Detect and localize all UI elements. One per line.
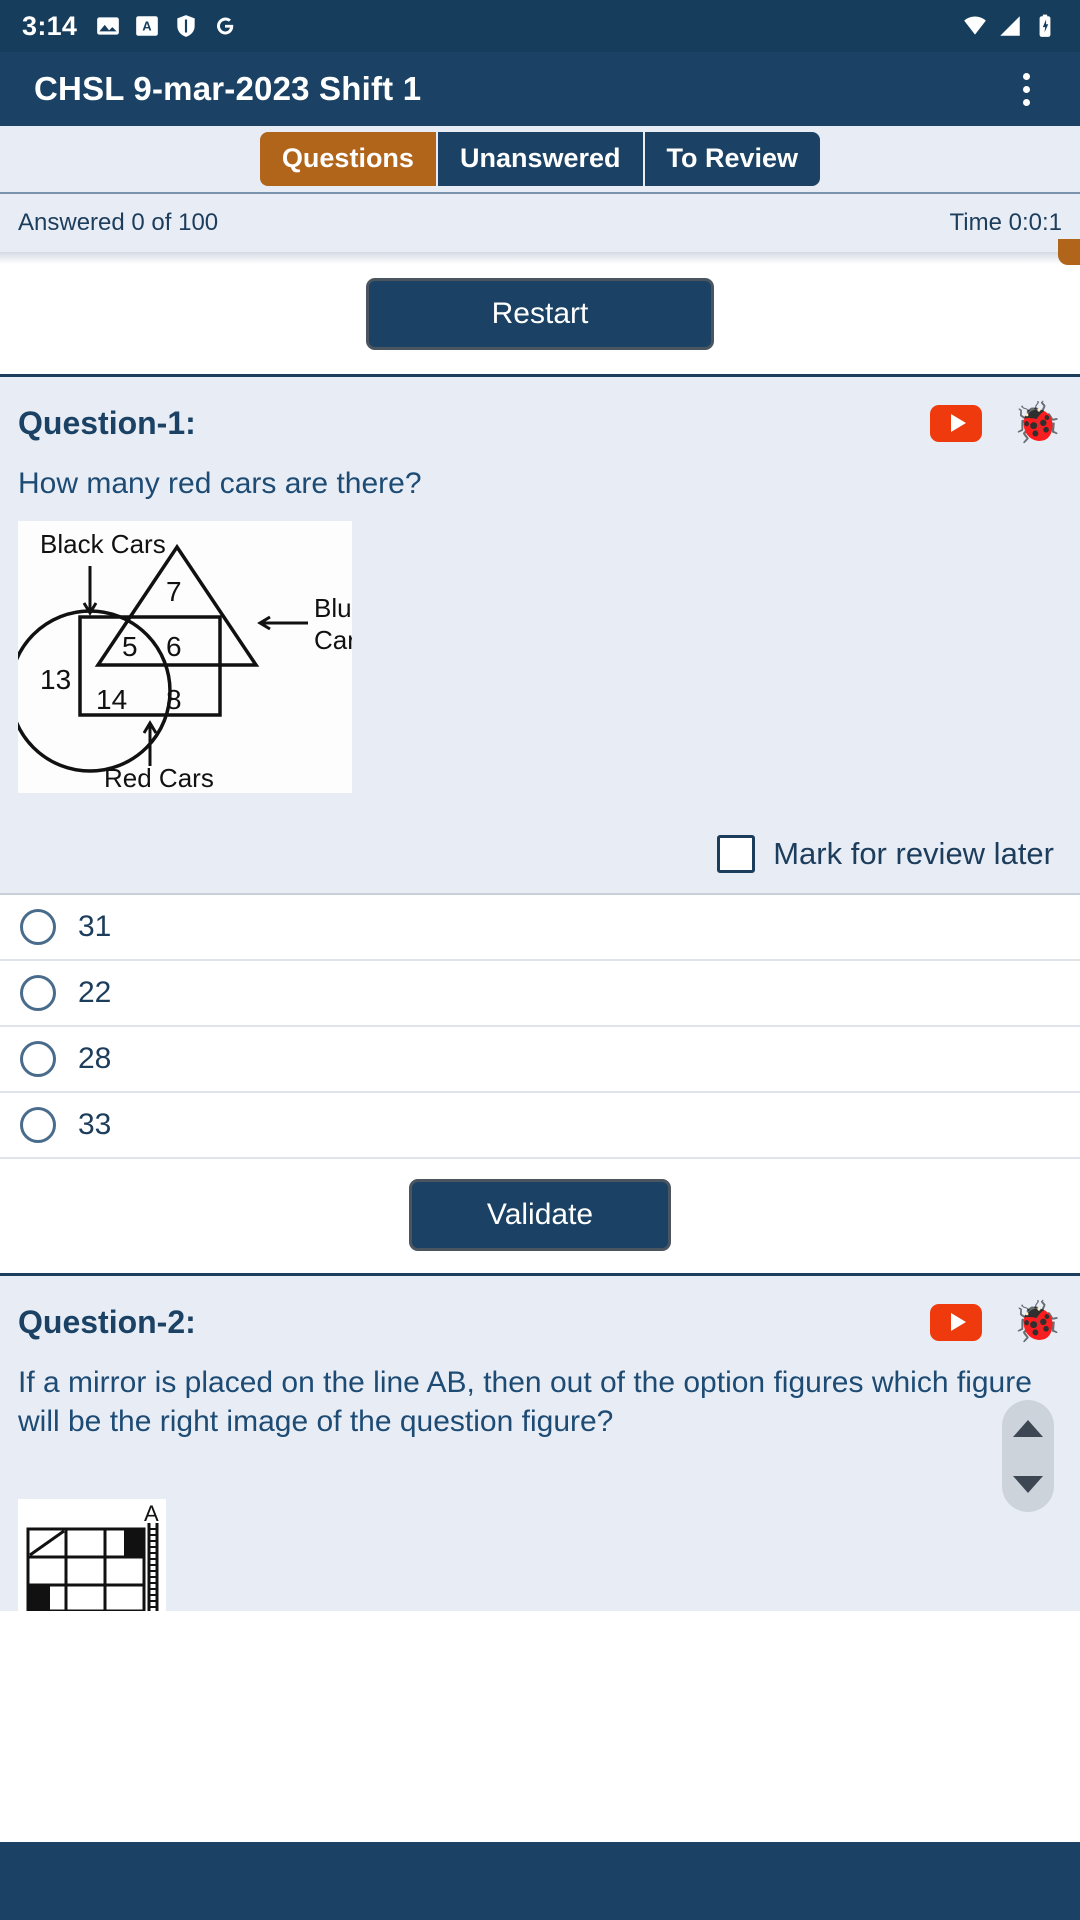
question-2-block: Question-2: 🐞 If a mirror is placed on t… xyxy=(0,1276,1080,1613)
bug-report-icon[interactable]: 🐞 xyxy=(1012,1302,1062,1342)
scroll-down-icon[interactable] xyxy=(1013,1475,1043,1493)
question-2-spacer xyxy=(18,1459,1062,1499)
system-navigation-bar xyxy=(0,1842,1080,1920)
question-1-figure: Black Cars 7 5 6 13 14 8 Blue Cars Red C… xyxy=(18,521,352,794)
elapsed-time: Time 0:0:1 xyxy=(949,209,1063,236)
mirror-line-label: A xyxy=(144,1501,159,1526)
page-title: CHSL 9-mar-2023 Shift 1 xyxy=(34,70,422,107)
svg-text:14: 14 xyxy=(96,684,127,715)
tab-strip: Questions Unanswered To Review xyxy=(0,126,1080,194)
option-radio[interactable] xyxy=(20,1107,56,1144)
restart-button[interactable]: Restart xyxy=(366,278,714,350)
google-icon xyxy=(217,17,234,35)
translate-icon: A xyxy=(136,16,159,36)
option-row[interactable]: 22 xyxy=(0,961,1080,1028)
status-bar: 3:14 A xyxy=(0,0,1080,52)
youtube-play-icon[interactable] xyxy=(930,404,983,442)
clipped-orange-button[interactable] xyxy=(1058,239,1080,265)
question-1-block: Question-1: 🐞 How many red cars are ther… xyxy=(0,377,1080,894)
svg-text:7: 7 xyxy=(166,576,182,607)
tab-to-review[interactable]: To Review xyxy=(644,132,821,186)
photos-icon xyxy=(97,17,120,35)
svg-text:Black Cars: Black Cars xyxy=(40,529,166,559)
question-2-header: Question-2: 🐞 xyxy=(18,1294,1062,1350)
question-2-text: If a mirror is placed on the line AB, th… xyxy=(18,1366,1032,1438)
validate-button[interactable]: Validate xyxy=(409,1179,671,1252)
scroll-controls[interactable] xyxy=(1002,1400,1054,1512)
question-2-figure: A xyxy=(18,1499,166,1613)
svg-text:Red Cars: Red Cars xyxy=(104,763,214,793)
question-1-title: Question-1: xyxy=(18,404,196,441)
svg-text:13: 13 xyxy=(40,664,71,695)
app-bar: CHSL 9-mar-2023 Shift 1 xyxy=(0,52,1080,126)
option-label: 31 xyxy=(78,910,112,944)
svg-text:Blue: Blue xyxy=(314,593,352,623)
tab-questions[interactable]: Questions xyxy=(259,132,438,186)
battery-icon xyxy=(1039,14,1051,37)
question-2-actions: 🐞 xyxy=(930,1302,1062,1342)
youtube-play-icon[interactable] xyxy=(930,1303,983,1341)
question-1-text: How many red cars are there? xyxy=(18,467,422,500)
mark-for-review-label: Mark for review later xyxy=(773,836,1054,872)
option-label: 33 xyxy=(78,1108,112,1142)
question-1-options: 31 22 28 33 xyxy=(0,893,1080,1160)
scroll-up-icon[interactable] xyxy=(1013,1419,1043,1437)
mirror-grid-svg: A xyxy=(18,1499,166,1613)
option-label: 28 xyxy=(78,1042,112,1076)
shield-icon xyxy=(177,15,195,37)
answered-count: Answered 0 of 100 xyxy=(18,209,219,236)
mark-for-review-checkbox[interactable] xyxy=(717,835,756,874)
option-radio[interactable] xyxy=(20,975,56,1012)
venn-diagram-svg: Black Cars 7 5 6 13 14 8 Blue Cars Red C… xyxy=(18,521,352,794)
svg-text:A: A xyxy=(143,18,153,33)
option-row[interactable]: 31 xyxy=(0,895,1080,962)
bug-report-icon[interactable]: 🐞 xyxy=(1012,403,1062,443)
tab-unanswered[interactable]: Unanswered xyxy=(437,132,645,186)
wifi-icon xyxy=(964,16,986,35)
progress-meta-row: Answered 0 of 100 Time 0:0:1 xyxy=(0,194,1080,265)
question-1-spacer xyxy=(18,793,1062,835)
status-bar-system-icons xyxy=(962,13,1058,39)
svg-text:6: 6 xyxy=(166,631,182,662)
svg-text:5: 5 xyxy=(122,631,138,662)
svg-text:Cars: Cars xyxy=(314,625,352,655)
restart-row: Restart xyxy=(0,264,1080,374)
question-1-header: Question-1: 🐞 xyxy=(18,395,1062,451)
option-radio[interactable] xyxy=(20,909,56,946)
status-bar-clock: 3:14 xyxy=(22,10,78,41)
overflow-menu-icon[interactable] xyxy=(1006,66,1046,112)
option-radio[interactable] xyxy=(20,1041,56,1078)
svg-text:8: 8 xyxy=(166,684,182,715)
question-1-mark-row[interactable]: Mark for review later xyxy=(18,835,1062,893)
status-bar-notification-icons: A xyxy=(95,13,238,39)
app-screen: 3:14 A CHSL 9-mar-2023 Shift 1 Questions… xyxy=(0,0,1080,1920)
meta-shadow xyxy=(0,252,1080,264)
option-row[interactable]: 28 xyxy=(0,1027,1080,1094)
option-row[interactable]: 33 xyxy=(0,1093,1080,1160)
option-label: 22 xyxy=(78,976,112,1010)
question-2-title: Question-2: xyxy=(18,1303,196,1340)
signal-icon xyxy=(1000,16,1020,36)
validate-row: Validate xyxy=(0,1159,1080,1274)
question-1-actions: 🐞 xyxy=(930,403,1062,443)
